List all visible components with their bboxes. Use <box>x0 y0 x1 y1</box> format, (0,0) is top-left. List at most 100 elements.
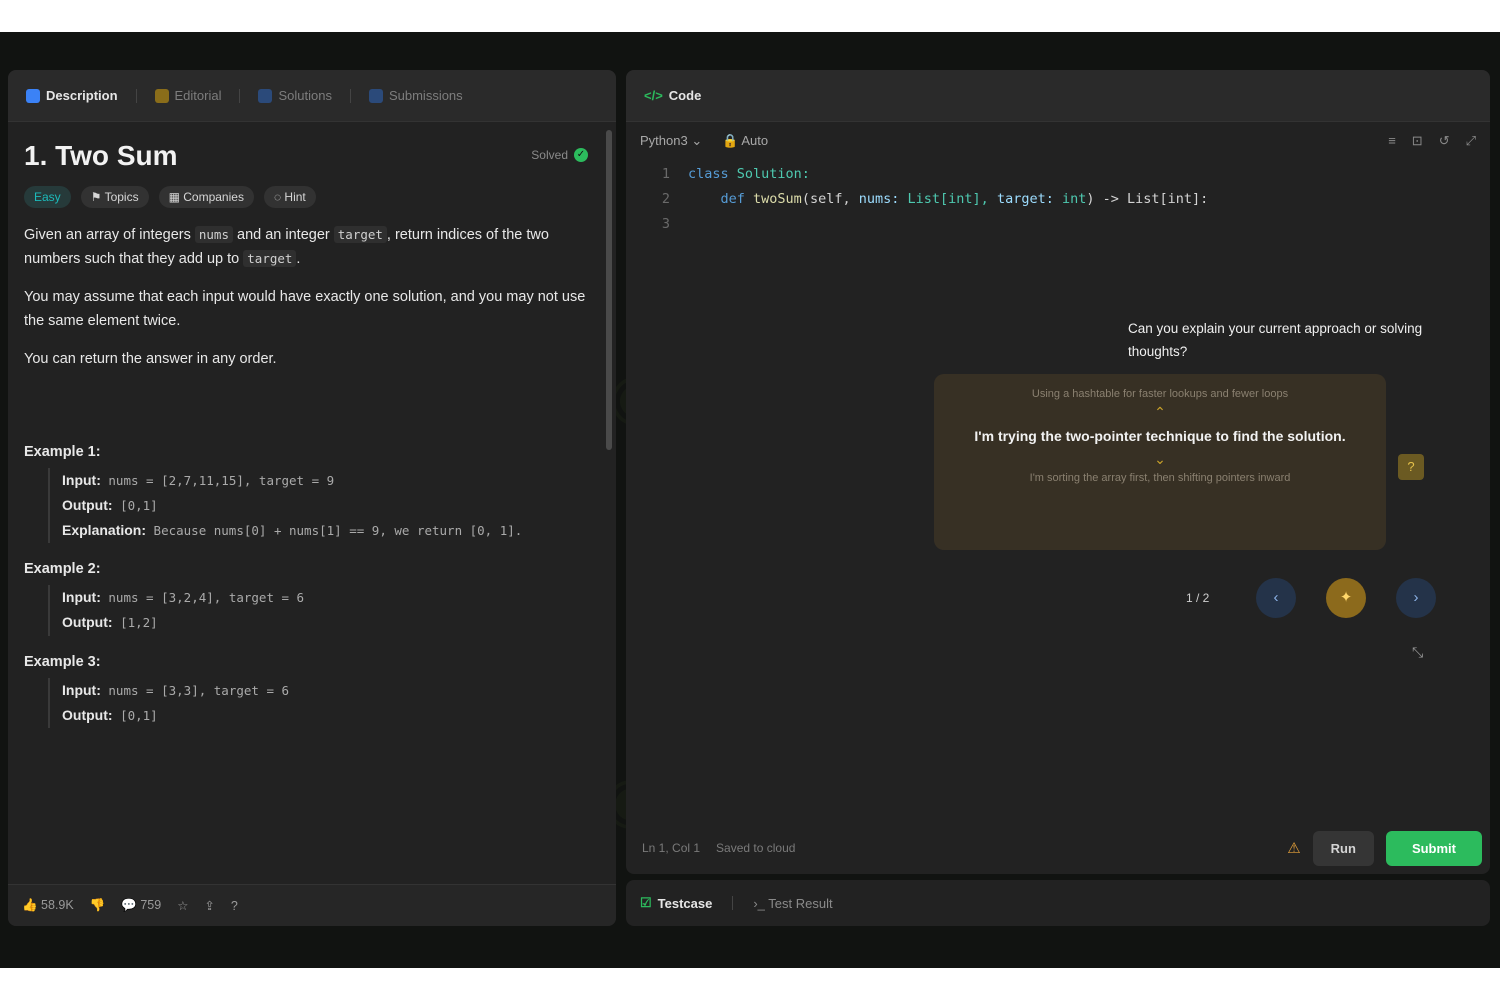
example-input: nums = [2,7,11,15], target = 9 <box>108 472 335 488</box>
keyword: def <box>720 191 745 207</box>
check-icon: ✓ <box>574 148 588 162</box>
hint-counter: 1 / 2 <box>1186 591 1210 605</box>
share-icon[interactable]: ⇪ <box>204 898 214 913</box>
description-footer: 👍 58.9K 👎 💬 759 ☆ ⇪ ? <box>8 884 616 926</box>
inline-code: target <box>243 249 297 267</box>
example-block: Input: nums = [2,7,11,15], target = 9 Ou… <box>48 467 590 544</box>
chevron-up-icon[interactable]: ⌃ <box>934 404 1386 421</box>
left-tab-bar: Description Editorial Solutions Submissi… <box>8 70 616 122</box>
action-buttons: ⚠ Run Submit <box>1287 830 1490 866</box>
terminal-icon: ›_ <box>753 895 765 911</box>
next-button[interactable]: › <box>1396 578 1436 618</box>
hint-previous-option[interactable]: Using a hashtable for faster lookups and… <box>934 388 1386 400</box>
label: Input: <box>62 589 101 606</box>
code-area[interactable]: 1 class Solution: 2 def twoSum(self, nums… <box>640 162 1208 237</box>
run-button[interactable]: Run <box>1312 830 1374 866</box>
text: Given an array of integers <box>24 227 191 243</box>
companies-chip[interactable]: ▦ Companies <box>158 186 254 208</box>
inline-code: nums <box>194 226 233 243</box>
expand-icon[interactable]: ⤡ <box>1412 644 1423 661</box>
chevron-down-icon: ⌄ <box>691 133 703 148</box>
testcase-panel: ☑ Testcase ›_ Test Result <box>626 880 1490 926</box>
submit-button[interactable]: Submit <box>1385 830 1482 866</box>
example-explanation: Because nums[0] + nums[1] == 9, we retur… <box>153 522 523 538</box>
type: int <box>1062 191 1087 207</box>
star-icon[interactable]: ☆ <box>177 898 188 913</box>
format-icon[interactable]: ≡ <box>1388 133 1396 149</box>
tab-description[interactable]: Description <box>22 84 122 107</box>
bookmark-icon[interactable]: ⊡ <box>1412 133 1423 149</box>
like-count: 58.9K <box>41 898 74 912</box>
fullscreen-icon[interactable]: ⤢ <box>1466 133 1476 149</box>
comments-button[interactable]: 💬 759 <box>121 898 161 913</box>
hint-current-option[interactable]: I'm trying the two-pointer technique to … <box>934 425 1386 447</box>
divider <box>135 88 137 103</box>
divider <box>349 88 351 103</box>
history-icon <box>368 88 383 103</box>
language-select[interactable]: Python3 ⌄ <box>640 133 702 149</box>
editor-status-bar: Ln 1, Col 1 Saved to cloud ⚠ Run Submit <box>626 822 1490 874</box>
tab-test-result[interactable]: ›_ Test Result <box>753 896 832 911</box>
testcase-tab-bar: ☑ Testcase ›_ Test Result <box>626 880 1490 926</box>
like-button[interactable]: 👍 58.9K <box>22 898 74 913</box>
example-heading: Example 1: <box>24 443 101 460</box>
function-name: twoSum <box>753 191 802 207</box>
code-line: 1 class Solution: <box>640 162 1208 187</box>
hint-navigation: 1 / 2 ‹ ✦ › <box>1186 578 1436 618</box>
description-paragraph: You may assume that each input would hav… <box>24 288 586 329</box>
solved-label: Solved <box>531 148 568 162</box>
reset-icon[interactable]: ↺ <box>1439 133 1450 149</box>
tab-label: Code <box>668 88 702 103</box>
book-icon <box>154 88 169 103</box>
dislike-button[interactable]: 👎 <box>90 898 106 913</box>
divider <box>732 896 734 910</box>
previous-button[interactable]: ‹ <box>1256 578 1296 618</box>
lightbulb-button[interactable]: ✦ <box>1326 578 1366 618</box>
hint-next-option[interactable]: I'm sorting the array first, then shifti… <box>934 472 1386 484</box>
app-window: ◉ ◉ ◉ ◉ ◉ ◉ ◉ ◉ ◉ ◉ ◉ ◉ ◉ ◉ ◉ ◉ ◉ ◉ ◉ ◉ … <box>0 32 1500 968</box>
example-heading: Example 3: <box>24 653 101 670</box>
example-block: Input: nums = [3,3], target = 6 Output: … <box>48 677 590 728</box>
hint-question: Can you explain your current approach or… <box>1128 321 1423 359</box>
chevron-down-icon[interactable]: ⌄ <box>934 451 1386 468</box>
example-block: Input: nums = [3,2,4], target = 6 Output… <box>48 585 590 636</box>
label: Output: <box>62 706 113 723</box>
hint-chip[interactable]: ◌ Hint <box>263 186 316 208</box>
param: target: <box>996 191 1054 207</box>
toolbar-actions: ≡ ⊡ ↺ ⤢ <box>1388 133 1476 149</box>
example-input: nums = [3,2,4], target = 6 <box>108 590 305 606</box>
notification-icon[interactable]: ⚠ <box>1287 839 1300 857</box>
chip-label: Hint <box>284 190 306 204</box>
description-icon <box>26 88 40 103</box>
tag-chips: Easy ⚑ Topics ▦ Companies ◌ Hint <box>24 186 590 208</box>
problem-description: Given an array of integers nums and an i… <box>24 224 590 372</box>
example-heading: Example 2: <box>24 561 101 578</box>
flask-icon <box>258 88 273 103</box>
tab-code[interactable]: </> Code <box>640 84 705 107</box>
param: nums: <box>858 191 900 207</box>
hint-badge[interactable]: ? <box>1398 454 1424 480</box>
auto-toggle[interactable]: 🔒 Auto <box>722 133 768 149</box>
tab-editorial[interactable]: Editorial <box>151 84 226 107</box>
tab-solutions[interactable]: Solutions <box>254 84 335 107</box>
tab-submissions[interactable]: Submissions <box>365 84 467 107</box>
description-panel: Description Editorial Solutions Submissi… <box>8 70 616 926</box>
code-token: ) -> List[int]: <box>1086 191 1209 207</box>
description-paragraph: Given an array of integers nums and an i… <box>24 226 549 267</box>
line-number: 2 <box>661 191 670 207</box>
difficulty-badge: Easy <box>24 186 71 208</box>
inline-code: target <box>333 226 387 243</box>
tab-label: Submissions <box>388 88 463 103</box>
description-paragraph: You can return the answer in any order. <box>24 350 277 367</box>
lock-icon: 🔒 <box>722 133 739 148</box>
scrollbar[interactable] <box>606 130 612 450</box>
help-icon[interactable]: ? <box>231 899 238 913</box>
divider <box>239 88 241 103</box>
tab-testcase[interactable]: ☑ Testcase <box>640 895 712 911</box>
editor-toolbar: Python3 ⌄ 🔒 Auto ≡ ⊡ ↺ ⤢ <box>626 122 1490 160</box>
keyword: class <box>688 166 729 182</box>
topics-chip[interactable]: ⚑ Topics <box>80 186 149 208</box>
example-output: [1,2] <box>120 615 158 631</box>
line-number: 3 <box>661 216 670 232</box>
